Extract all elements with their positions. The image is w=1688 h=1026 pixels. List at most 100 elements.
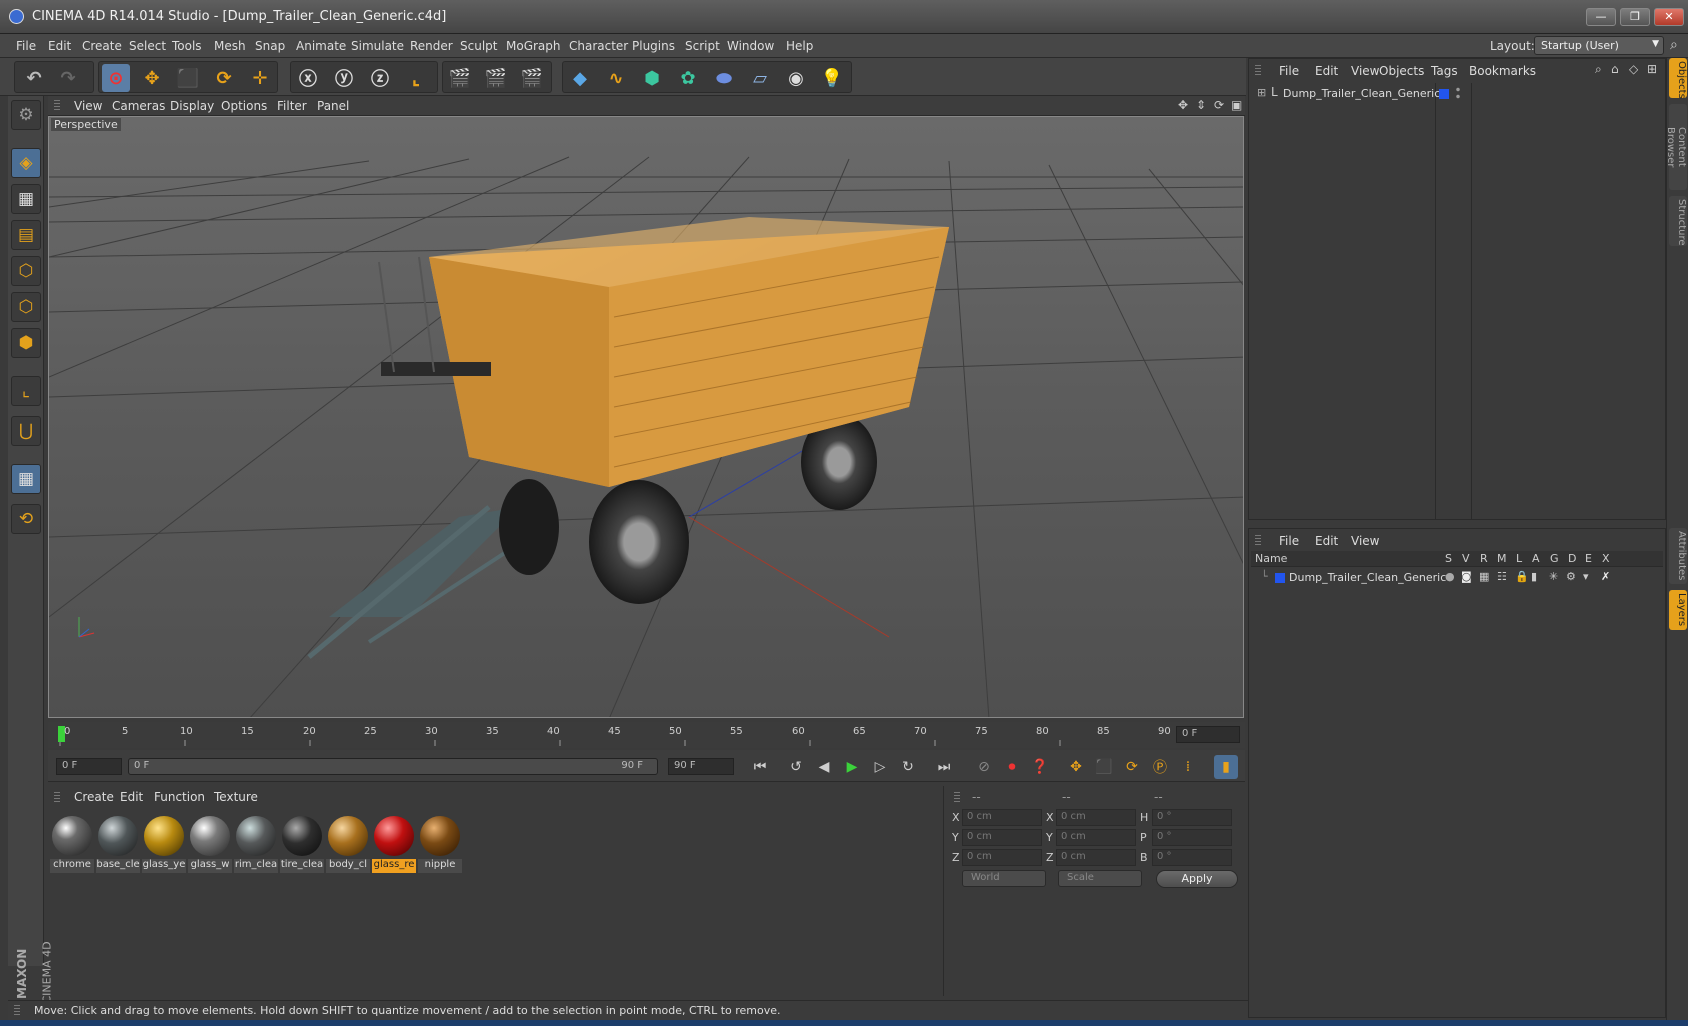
layers-menu-edit[interactable]: Edit	[1315, 534, 1338, 548]
rotation-b-field[interactable]: 0 °	[1152, 849, 1232, 866]
tab-layers[interactable]: Layers	[1669, 590, 1687, 630]
model-mode-icon[interactable]: ◈	[11, 148, 41, 178]
tab-attributes[interactable]: Attributes	[1669, 528, 1687, 584]
search-icon[interactable]: ⌕	[1595, 62, 1602, 77]
layers-menu-view[interactable]: View	[1351, 534, 1379, 548]
menu-script[interactable]: Script	[685, 39, 720, 53]
previous-key-icon[interactable]: ↺	[784, 755, 808, 779]
key-parameter-icon[interactable]: Ⓟ	[1148, 755, 1172, 779]
panel-grip-icon[interactable]	[54, 792, 60, 804]
menu-window[interactable]: Window	[727, 39, 774, 53]
home-icon[interactable]: ⌂	[1611, 62, 1619, 76]
menu-mesh[interactable]: Mesh	[214, 39, 246, 53]
render-icon[interactable]: ▦	[1479, 570, 1489, 583]
visibility-dots-icon[interactable]	[1455, 86, 1461, 100]
coordinate-space-select[interactable]: World	[962, 870, 1046, 887]
panel-grip-icon[interactable]	[54, 100, 60, 112]
object-row[interactable]: ⊞ L Dump_Trailer_Clean_Generic	[1257, 85, 1440, 103]
array-icon[interactable]: ✿	[674, 64, 702, 92]
next-frame-icon[interactable]: ▷	[868, 755, 892, 779]
deformer-icon[interactable]: ⬬	[710, 64, 738, 92]
material-menu-edit[interactable]: Edit	[120, 790, 143, 804]
generators-icon[interactable]: ✳	[1549, 570, 1558, 583]
dolly-view-icon[interactable]: ⇕	[1196, 98, 1206, 112]
panel-grip-icon[interactable]	[14, 1005, 20, 1017]
x-axis-icon[interactable]: ⓧ	[294, 64, 322, 92]
view-icon[interactable]: ◙	[1461, 570, 1472, 583]
material-swatch[interactable]: tire_clea	[280, 814, 324, 874]
objects-menu-objects[interactable]: Objects	[1379, 64, 1424, 78]
menu-help[interactable]: Help	[786, 39, 813, 53]
size-x-field[interactable]: 0 cm	[1056, 809, 1136, 826]
redo-icon[interactable]: ↷	[54, 64, 82, 92]
menu-edit[interactable]: Edit	[48, 39, 71, 53]
menu-character[interactable]: Character	[569, 39, 628, 53]
keyframe-selection-icon[interactable]: ❓	[1028, 755, 1052, 779]
menu-sculpt[interactable]: Sculpt	[460, 39, 497, 53]
layer-col[interactable]: D	[1568, 552, 1576, 565]
objects-menu-tags[interactable]: Tags	[1431, 64, 1458, 78]
rotate-icon[interactable]: ⟳	[210, 64, 238, 92]
layer-col[interactable]: R	[1480, 552, 1488, 565]
objects-menu-view[interactable]: View	[1351, 64, 1379, 78]
viewport-menu-view[interactable]: View	[74, 99, 102, 113]
menu-select[interactable]: Select	[129, 39, 166, 53]
layer-col[interactable]: A	[1532, 552, 1540, 565]
nurbs-icon[interactable]: ⬢	[638, 64, 666, 92]
layer-color-icon[interactable]	[1439, 89, 1449, 99]
tab-content-browser[interactable]: Content Browser	[1665, 104, 1687, 190]
make-editable-icon[interactable]: ⚙	[11, 100, 41, 130]
perspective-viewport[interactable]: Perspective	[48, 116, 1244, 718]
frame-range-slider[interactable]: 0 F 90 F	[128, 758, 658, 775]
rotate-view-icon[interactable]: ⟳	[1214, 98, 1224, 112]
material-swatch[interactable]: chrome	[50, 814, 94, 874]
material-menu-texture[interactable]: Texture	[214, 790, 258, 804]
size-y-field[interactable]: 0 cm	[1056, 829, 1136, 846]
menu-tools[interactable]: Tools	[172, 39, 202, 53]
coordinate-system-icon[interactable]: ⌞	[402, 64, 430, 92]
key-scale-icon[interactable]: ⬛	[1092, 755, 1116, 779]
timeline-scheme-icon[interactable]: ▮	[1214, 755, 1238, 779]
start-frame-field[interactable]: 0 F	[56, 758, 122, 775]
size-mode-select[interactable]: Scale	[1058, 870, 1142, 887]
viewport-menu-panel[interactable]: Panel	[317, 99, 349, 113]
minimize-button[interactable]: —	[1586, 8, 1616, 26]
viewport-menu-options[interactable]: Options	[221, 99, 267, 113]
material-swatch[interactable]: glass_w	[188, 814, 232, 874]
layout-select[interactable]: Startup (User) ▼	[1534, 36, 1664, 55]
autokey-icon[interactable]: ⏺	[1000, 755, 1024, 779]
tab-objects[interactable]: Objects	[1669, 58, 1687, 99]
undo-icon[interactable]: ↶	[20, 64, 48, 92]
viewport-menu-filter[interactable]: Filter	[277, 99, 307, 113]
minimize-icon[interactable]: ◇	[1629, 62, 1638, 76]
key-pla-icon[interactable]: ⁞	[1176, 755, 1200, 779]
recent-tool-icon[interactable]: ✛	[246, 64, 274, 92]
material-swatch[interactable]: glass_ye	[142, 814, 186, 874]
menu-plugins[interactable]: Plugins	[632, 39, 675, 53]
lock-icon[interactable]: 🔒	[1515, 570, 1529, 583]
layer-col[interactable]: S	[1445, 552, 1452, 565]
menu-mograph[interactable]: MoGraph	[506, 39, 561, 53]
objects-menu-bookmarks[interactable]: Bookmarks	[1469, 64, 1536, 78]
apply-button[interactable]: Apply	[1156, 870, 1238, 888]
go-to-start-icon[interactable]: ⏮	[748, 755, 772, 779]
move-icon[interactable]: ✥	[138, 64, 166, 92]
y-axis-icon[interactable]: ⓨ	[330, 64, 358, 92]
panel-grip-icon[interactable]	[1255, 65, 1261, 77]
texture-mode-icon[interactable]: ▦	[11, 184, 41, 214]
go-to-end-icon[interactable]: ⏭	[932, 755, 956, 779]
material-swatch-selected[interactable]: glass_re	[372, 814, 416, 874]
position-z-field[interactable]: 0 cm	[962, 849, 1042, 866]
layer-col[interactable]: E	[1585, 552, 1592, 565]
polygons-mode-icon[interactable]: ⬢	[11, 328, 41, 358]
record-keys-icon[interactable]: ⊘	[972, 755, 996, 779]
current-frame-field[interactable]: 0 F	[1176, 726, 1240, 743]
axis-mode-icon[interactable]: ⌞	[11, 376, 41, 406]
camera-icon[interactable]: ◉	[782, 64, 810, 92]
edges-mode-icon[interactable]: ⬡	[11, 292, 41, 322]
spline-icon[interactable]: ∿	[602, 64, 630, 92]
panel-grip-icon[interactable]	[954, 792, 960, 804]
material-swatch[interactable]: rim_clea	[234, 814, 278, 874]
menu-create[interactable]: Create	[82, 39, 122, 53]
locked-workplane-icon[interactable]: ⟲	[11, 504, 41, 534]
